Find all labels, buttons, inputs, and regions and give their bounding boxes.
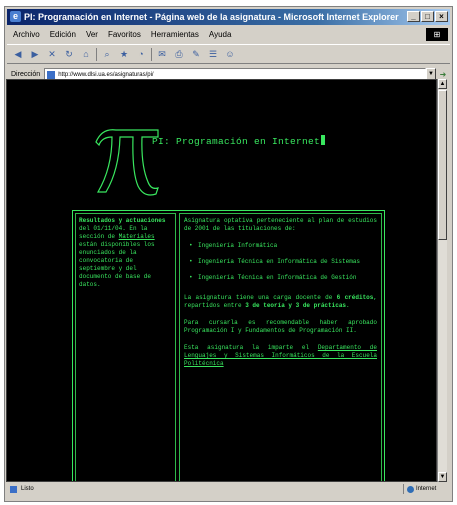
toolbar-separator — [151, 47, 152, 61]
site-title: PI: Programación en Internet — [152, 135, 326, 147]
menu-ver[interactable]: Ver — [86, 27, 98, 42]
maximize-button[interactable]: □ — [421, 11, 434, 22]
content-table: Resultados y actuaciones del 01/11/04. E… — [72, 210, 385, 481]
toolbar-separator — [96, 47, 97, 61]
back-icon[interactable]: ◀ — [11, 48, 25, 61]
vertical-scrollbar[interactable]: ▲ ▼ — [437, 79, 447, 482]
print-icon[interactable]: ⎙ — [172, 48, 186, 61]
intro-paragraph: Asignatura optativa perteneciente al pla… — [184, 217, 377, 232]
edit-icon[interactable]: ✎ — [189, 48, 203, 61]
status-text: Listo — [21, 486, 34, 492]
forward-icon[interactable]: ▶ — [28, 48, 42, 61]
scroll-down-icon[interactable]: ▼ — [438, 472, 447, 482]
menu-ayuda[interactable]: Ayuda — [209, 27, 232, 42]
news-sidebar: Resultados y actuaciones del 01/11/04. E… — [75, 213, 176, 481]
internet-explorer-icon: e — [10, 11, 21, 22]
main-description: Asignatura optativa perteneciente al pla… — [179, 213, 382, 481]
address-url: http://www.dlsi.ua.es/asignaturas/pi/ — [58, 71, 154, 78]
menu-herramientas[interactable]: Herramientas — [151, 27, 199, 42]
favorites-icon[interactable]: ★ — [117, 48, 131, 61]
news-heading: Resultados y actuaciones — [79, 217, 166, 224]
minimize-button[interactable]: _ — [407, 11, 420, 22]
close-button[interactable]: × — [435, 11, 448, 22]
done-page-icon — [10, 485, 17, 493]
zone-label: Internet — [416, 486, 437, 492]
security-zone: Internet — [403, 484, 447, 494]
title-bar: e PI: Programación en Internet - Página w… — [7, 9, 450, 25]
address-label: Dirección — [11, 71, 41, 78]
prerequisites-paragraph: Para cursarla es recomendable haber apro… — [184, 319, 377, 334]
menu-archivo[interactable]: Archivo — [13, 27, 40, 42]
discuss-icon[interactable]: ☰ — [206, 48, 220, 61]
stop-icon[interactable]: ✕ — [45, 48, 59, 61]
page-icon — [47, 70, 56, 79]
scroll-up-icon[interactable]: ▲ — [438, 79, 447, 89]
page-viewport: PI: Programación en Internet Resultados … — [6, 79, 437, 482]
go-arrow-icon[interactable]: ➜ — [436, 70, 450, 79]
pi-logo — [95, 129, 159, 196]
messenger-icon[interactable]: ☺ — [223, 48, 237, 61]
scroll-thumb[interactable] — [438, 90, 447, 240]
mail-icon[interactable]: ✉ — [155, 48, 169, 61]
windows-logo-icon: ⊞ — [426, 28, 448, 41]
toolbar: ◀ ▶ ✕ ↻ ⌂ ⌕ ★ ◔ ✉ ⎙ ✎ ☰ ☺ — [7, 44, 450, 64]
menu-bar: Archivo Edición Ver Favoritos Herramient… — [7, 27, 450, 42]
menu-edicion[interactable]: Edición — [50, 27, 76, 42]
news-text-2: están disponibles los enunciados de la c… — [79, 241, 155, 288]
degree-item: Ingeniería Técnica en Informática de Ges… — [189, 274, 377, 282]
department-paragraph: Esta asignatura la imparte el Departamen… — [184, 344, 377, 367]
refresh-icon[interactable]: ↻ — [62, 48, 76, 61]
status-bar: Listo Internet — [6, 484, 447, 494]
globe-icon — [407, 485, 414, 493]
window-title: PI: Programación en Internet - Página we… — [24, 12, 399, 22]
degree-item: Ingeniería Informática — [189, 242, 377, 250]
history-icon[interactable]: ◔ — [134, 48, 148, 61]
window-controls: _ □ × — [407, 11, 448, 22]
menu-favoritos[interactable]: Favoritos — [108, 27, 141, 42]
degree-item: Ingeniería Técnica en Informática de Sis… — [189, 258, 377, 266]
credits-paragraph: La asignatura tiene una carga docente de… — [184, 294, 377, 309]
home-icon[interactable]: ⌂ — [79, 48, 93, 61]
degree-list: Ingeniería Informática Ingeniería Técnic… — [184, 242, 377, 282]
materiales-link[interactable]: Materiales — [119, 233, 155, 240]
text-cursor — [321, 135, 326, 145]
search-icon[interactable]: ⌕ — [100, 48, 114, 61]
